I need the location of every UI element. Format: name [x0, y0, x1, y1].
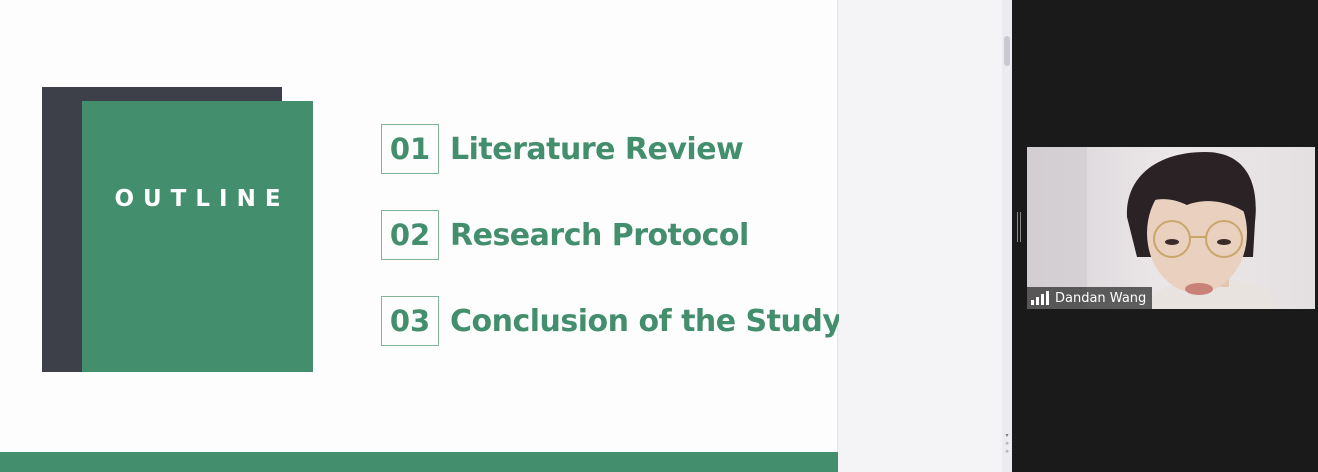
outline-item: 02 Research Protocol [381, 210, 749, 260]
outline-item: 03 Conclusion of the Study [381, 296, 842, 346]
outline-item-label: Conclusion of the Study [450, 303, 842, 339]
outline-item-number: 01 [381, 124, 439, 174]
meeting-window: OUTLINE 01 Literature Review 02 Research… [0, 0, 1318, 472]
shared-slide: OUTLINE 01 Literature Review 02 Research… [0, 0, 842, 472]
slide-outline-title: OUTLINE [114, 186, 290, 212]
participant-name: Dandan Wang [1055, 290, 1147, 306]
participant-video-image [1027, 147, 1315, 309]
outline-item-number: 02 [381, 210, 439, 260]
vertical-scrollbar[interactable]: ▾»» [1002, 0, 1012, 472]
scroll-arrows-icon[interactable]: ▾»» [1003, 432, 1011, 456]
outline-item-label: Literature Review [450, 131, 744, 167]
outline-item-label: Research Protocol [450, 217, 749, 253]
signal-strength-icon [1031, 291, 1049, 305]
participant-name-tag: Dandan Wang [1027, 287, 1153, 309]
outline-item-number: 03 [381, 296, 439, 346]
scrollbar-thumb[interactable] [1004, 36, 1010, 66]
panel-resize-handle[interactable] [1017, 212, 1021, 242]
slide-bottom-bar [0, 452, 838, 472]
slide-green-block [82, 101, 313, 372]
outline-item: 01 Literature Review [381, 124, 744, 174]
participant-video-tile[interactable]: Dandan Wang [1027, 147, 1315, 309]
screen-share-background [839, 0, 1002, 472]
